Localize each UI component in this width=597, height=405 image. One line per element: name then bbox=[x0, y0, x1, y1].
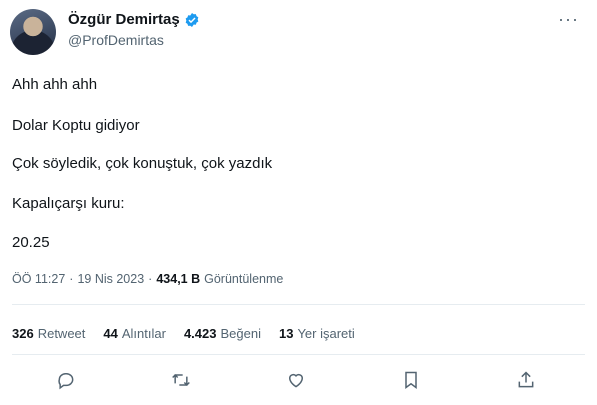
bookmark-icon[interactable] bbox=[399, 368, 423, 392]
tweet-date[interactable]: 19 Nis 2023 bbox=[77, 272, 144, 286]
more-options-icon[interactable]: ··· bbox=[558, 10, 579, 28]
views-label: Görüntülenme bbox=[204, 272, 284, 286]
meta-separator: · bbox=[148, 272, 153, 286]
quotes-count: 44 bbox=[103, 326, 118, 341]
retweet-icon[interactable] bbox=[169, 368, 193, 392]
likes-label: Beğeni bbox=[220, 326, 261, 341]
author-row: Özgür Demirtaş bbox=[68, 11, 200, 28]
author-handle[interactable]: @ProfDemirtas bbox=[68, 32, 164, 48]
divider bbox=[12, 304, 585, 305]
bookmarks-stat[interactable]: 13 Yer işareti bbox=[279, 326, 355, 341]
bookmarks-count: 13 bbox=[278, 326, 294, 341]
like-icon[interactable] bbox=[284, 368, 308, 392]
tweet-time[interactable]: ÖÖ 11:27 bbox=[12, 272, 65, 286]
likes-stat[interactable]: 4.423 Beğeni bbox=[184, 326, 261, 341]
views-count: 434,1 B bbox=[156, 272, 201, 286]
tweet-line-1: Ahh ahh ahh bbox=[12, 76, 98, 93]
engagement-stats: 326 Retweet 44 Alıntılar 4.423 Beğeni 13 Yer… bbox=[12, 326, 355, 341]
reply-icon[interactable] bbox=[54, 368, 78, 392]
tweet-line-4: Kapalıçarşı kuru: bbox=[12, 195, 125, 212]
tweet-line-2: Dolar Koptu gidiyor bbox=[12, 117, 140, 134]
likes-count: 4.423 bbox=[183, 326, 217, 341]
tweet-line-3: Çok söyledik, çok konuştuk, çok yazdık bbox=[12, 155, 273, 172]
tweet-meta: ÖÖ 11:27 · 19 Nis 2023 · 434,1 B Görüntü… bbox=[12, 272, 283, 286]
retweets-label: Retweet bbox=[37, 326, 86, 341]
quotes-label: Alıntılar bbox=[121, 326, 166, 341]
retweets-stat[interactable]: 326 Retweet bbox=[12, 326, 85, 341]
retweets-count: 326 bbox=[12, 326, 34, 341]
verified-badge-icon bbox=[185, 12, 199, 27]
author-name[interactable]: Özgür Demirtaş bbox=[68, 11, 180, 28]
meta-separator: · bbox=[69, 272, 74, 286]
quotes-stat[interactable]: 44 Alıntılar bbox=[103, 326, 166, 341]
avatar[interactable] bbox=[10, 9, 56, 55]
divider bbox=[12, 354, 585, 355]
bookmarks-label: Yer işareti bbox=[297, 326, 355, 341]
tweet-line-5: 20.25 bbox=[12, 234, 50, 251]
share-icon[interactable] bbox=[514, 368, 538, 392]
